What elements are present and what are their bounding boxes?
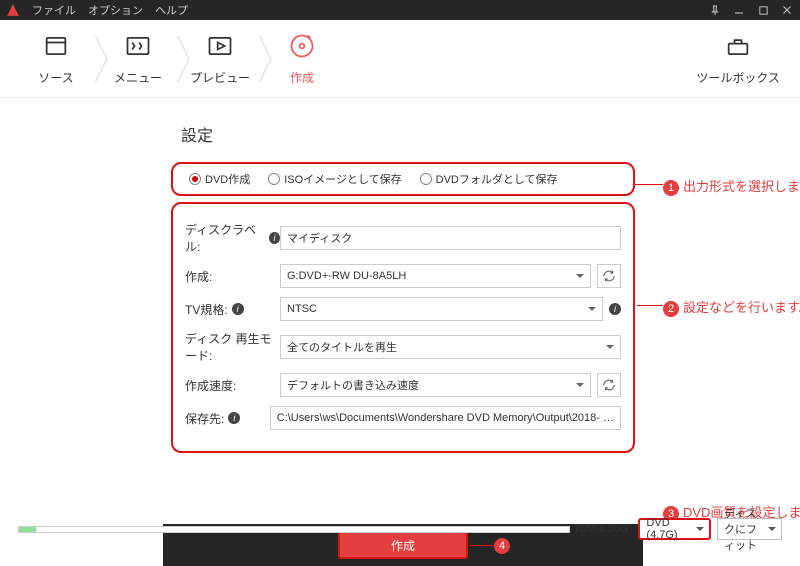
step-label: メニュー: [114, 69, 162, 86]
annotation-number: 1: [663, 180, 679, 196]
playmode-select[interactable]: 全てのタイトルを再生: [280, 335, 621, 359]
step-preview[interactable]: プレビュー: [179, 32, 261, 86]
annotation-line: [635, 184, 663, 185]
burner-select[interactable]: G:DVD+-RW DU-8A5LH: [280, 264, 591, 288]
disc-icon: [288, 32, 316, 63]
toolbox-button[interactable]: ツールボックス: [696, 32, 780, 86]
radio-dvd[interactable]: DVD作成: [189, 171, 250, 187]
annotation-number: 2: [663, 301, 679, 317]
radio-folder[interactable]: DVDフォルダとして保存: [420, 171, 558, 187]
annotation-2: 2設定などを行います。: [663, 297, 800, 317]
row-save: 保存先: i C:\Users\ws\Documents\Wondershare…: [185, 406, 621, 430]
media-select[interactable]: DVD (4.7G): [638, 518, 711, 540]
row-burner: 作成: G:DVD+-RW DU-8A5LH: [185, 264, 621, 288]
content-area: 設定 DVD作成 ISOイメージとして保存 DVDフォルダとして保存 ディスクラ…: [0, 100, 800, 501]
maximize-button[interactable]: [756, 3, 770, 17]
output-format-group: DVD作成 ISOイメージとして保存 DVDフォルダとして保存: [171, 162, 635, 196]
radio-iso[interactable]: ISOイメージとして保存: [268, 171, 401, 187]
info-icon[interactable]: i: [609, 303, 621, 315]
radio-icon: [420, 173, 432, 185]
annotation-line: [637, 305, 663, 306]
refresh-burner-button[interactable]: [597, 264, 621, 288]
tv-select[interactable]: NTSC: [280, 297, 603, 321]
annotation-1: 1出力形式を選択します。: [663, 176, 800, 196]
step-label: プレビュー: [190, 69, 250, 86]
refresh-speed-button[interactable]: [597, 373, 621, 397]
step-label: ソース: [38, 69, 73, 86]
settings-body: ディスクラベル: i マイディスク 作成: G:DVD+-RW DU-8A5LH…: [171, 202, 635, 453]
settings-panel: 設定 DVD作成 ISOイメージとして保存 DVDフォルダとして保存 ディスクラ…: [163, 110, 643, 453]
disc-label-input[interactable]: マイディスク: [280, 226, 621, 250]
speed-select[interactable]: デフォルトの書き込み速度: [280, 373, 591, 397]
field-label: 作成速度:: [185, 377, 280, 394]
refresh-icon: [602, 269, 616, 283]
row-tv: TV規格: i NTSC i: [185, 297, 621, 321]
save-path-input[interactable]: C:\Users\ws\Documents\Wondershare DVD Me…: [270, 406, 621, 430]
info-icon[interactable]: i: [269, 232, 280, 244]
step-bar: ソース メニュー プレビュー 作成 ツールボックス: [0, 20, 800, 98]
radio-icon: [268, 173, 280, 185]
row-disc-label: ディスクラベル: i マイディスク: [185, 221, 621, 255]
refresh-icon: [602, 378, 616, 392]
step-label: 作成: [290, 69, 314, 86]
preview-icon: [206, 32, 234, 63]
field-label: ディスクラベル: i: [185, 221, 280, 255]
row-playmode: ディスク 再生モード: 全てのタイトルを再生: [185, 330, 621, 364]
menu-icon: [124, 32, 152, 63]
info-icon[interactable]: i: [232, 303, 244, 315]
progress-fill: [19, 527, 36, 532]
source-icon: [42, 32, 70, 63]
capacity-progress: [18, 526, 570, 533]
panel-title: 設定: [181, 122, 643, 146]
row-speed: 作成速度: デフォルトの書き込み速度: [185, 373, 621, 397]
minimize-button[interactable]: [732, 3, 746, 17]
title-bar-left: ファイル オプション ヘルプ: [6, 2, 188, 18]
info-icon[interactable]: i: [228, 412, 240, 424]
field-label: ディスク 再生モード:: [185, 330, 280, 364]
progress-text: 75M/4.30G: [574, 523, 628, 535]
step-menu[interactable]: メニュー: [97, 32, 179, 86]
radio-label: ISOイメージとして保存: [284, 171, 401, 187]
field-label: 作成:: [185, 268, 280, 285]
toolbox-icon: [724, 32, 752, 63]
bottom-bar: 75M/4.30G DVD (4.7G) ディスクにフィット: [0, 511, 800, 549]
radio-label: DVD作成: [205, 171, 250, 187]
radio-label: DVDフォルダとして保存: [436, 171, 558, 187]
title-bar: ファイル オプション ヘルプ: [0, 0, 800, 20]
radio-icon: [189, 173, 201, 185]
pin-button[interactable]: [708, 3, 722, 17]
menu-help[interactable]: ヘルプ: [155, 2, 188, 18]
menu-option[interactable]: オプション: [88, 2, 143, 18]
window-controls: [708, 3, 794, 17]
field-label: TV規格: i: [185, 301, 280, 318]
menu-file[interactable]: ファイル: [32, 2, 76, 18]
step-source[interactable]: ソース: [15, 32, 97, 86]
fit-select[interactable]: ディスクにフィット: [717, 518, 782, 540]
close-button[interactable]: [780, 3, 794, 17]
step-create[interactable]: 作成: [261, 32, 343, 86]
toolbox-label: ツールボックス: [696, 69, 780, 86]
app-logo-icon: [6, 3, 20, 17]
field-label: 保存先: i: [185, 410, 270, 427]
